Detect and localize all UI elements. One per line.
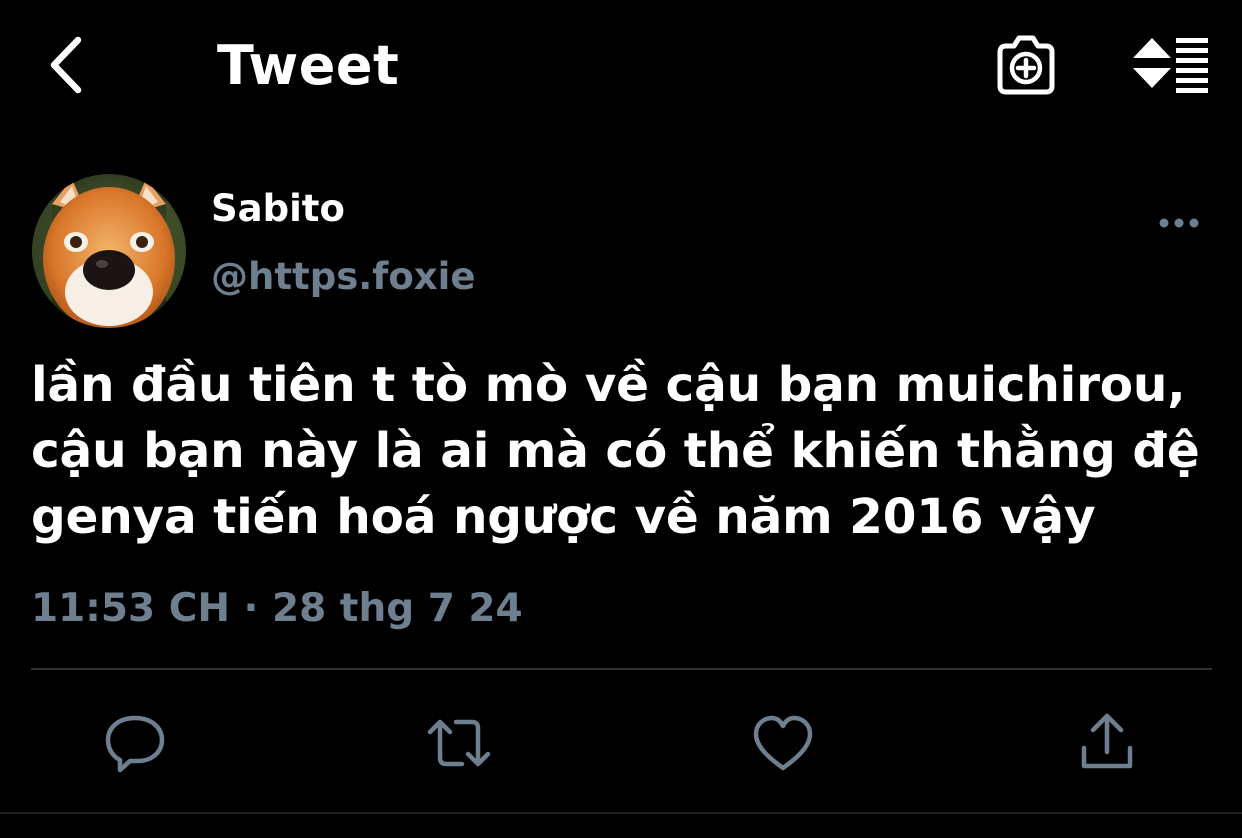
- reply-icon: [105, 715, 165, 773]
- top-bar: Tweet: [0, 0, 1242, 140]
- avatar[interactable]: [32, 174, 186, 328]
- fox-avatar-image: [32, 174, 186, 328]
- heart-icon: [753, 715, 813, 771]
- like-button[interactable]: [748, 708, 818, 778]
- camera-button[interactable]: [992, 32, 1060, 98]
- bottom-divider: [0, 812, 1242, 814]
- sort-toggle-icon: [1133, 38, 1208, 93]
- share-icon: [1081, 713, 1133, 769]
- divider: [31, 668, 1212, 670]
- tweet-timestamp: 11:53 CH · 28 thg 7 24: [31, 586, 523, 631]
- more-options-button[interactable]: [1155, 208, 1205, 238]
- tweet-text: lần đầu tiên t tò mò về cậu bạn muichiro…: [31, 357, 1200, 545]
- retweet-button[interactable]: [424, 708, 494, 778]
- reply-button[interactable]: [100, 708, 170, 778]
- ellipsis-icon: [1159, 218, 1199, 228]
- retweet-icon: [427, 719, 491, 767]
- share-button[interactable]: [1072, 708, 1142, 778]
- user-handle[interactable]: @https.foxie: [211, 254, 475, 300]
- camera-plus-icon: [997, 35, 1055, 95]
- chevron-left-icon: [50, 36, 82, 94]
- back-button[interactable]: [38, 30, 98, 100]
- display-name[interactable]: Sabito: [211, 186, 345, 232]
- page-title: Tweet: [217, 34, 400, 97]
- sort-button[interactable]: [1128, 34, 1210, 94]
